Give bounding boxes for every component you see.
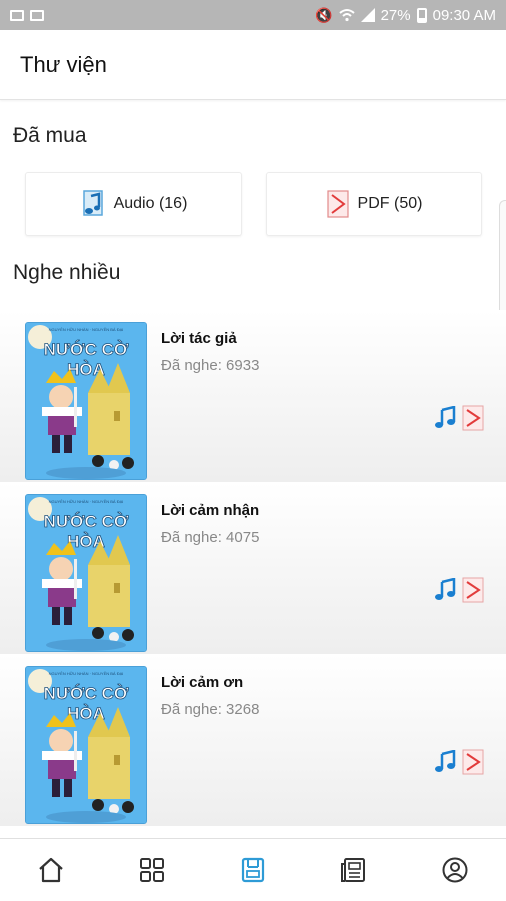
pdf-icon[interactable]	[462, 749, 484, 775]
cover-title-top: NƯỚC CỜ	[44, 684, 129, 703]
app-bar: Thư viện	[0, 30, 506, 100]
episode-title: Lời tác giả	[161, 330, 237, 347]
audio-icon[interactable]	[434, 406, 458, 430]
svg-text:NGUYỄN HỮU NHÀN · NGUYỄN BÁ ĐẠ: NGUYỄN HỮU NHÀN · NGUYỄN BÁ ĐẠI	[49, 327, 124, 332]
pdf-file-icon	[326, 190, 349, 218]
battery-icon	[416, 7, 427, 23]
nav-library[interactable]	[229, 846, 277, 894]
home-icon	[38, 857, 63, 883]
picture-icon	[10, 9, 24, 21]
pdf-icon[interactable]	[462, 577, 484, 603]
book-cover: NGUYỄN HỮU NHÀN · NGUYỄN BÁ ĐẠI NƯỚC CỜ …	[25, 322, 147, 480]
mute-icon: 🔇	[315, 7, 333, 23]
list-item[interactable]: NGUYỄN HỮU NHÀN · NGUYỄN BÁ ĐẠI NƯỚC CỜ …	[0, 654, 506, 826]
book-cover: NGUYỄN HỮU NHÀN · NGUYỄN BÁ ĐẠI NƯỚC CỜ …	[25, 494, 147, 652]
audio-file-icon	[82, 190, 103, 216]
library-icon	[241, 857, 265, 883]
pdf-icon[interactable]	[462, 405, 484, 431]
nav-home[interactable]	[27, 846, 75, 894]
audio-icon[interactable]	[434, 750, 458, 774]
mail-icon	[30, 9, 44, 21]
svg-text:NGUYỄN HỮU NHÀN · NGUYỄN BÁ ĐẠ: NGUYỄN HỮU NHÀN · NGUYỄN BÁ ĐẠI	[49, 671, 124, 676]
pdf-label: PDF (50)	[357, 195, 423, 212]
audio-label: Audio (16)	[113, 195, 188, 212]
play-count: Đã nghe: 6933	[161, 357, 260, 374]
clock: 09:30 AM	[432, 6, 496, 24]
nav-profile[interactable]	[431, 846, 479, 894]
svg-text:NGUYỄN HỮU NHÀN · NGUYỄN BÁ ĐẠ: NGUYỄN HỮU NHÀN · NGUYỄN BÁ ĐẠI	[49, 499, 124, 504]
profile-icon	[442, 857, 468, 883]
episode-title: Lời cảm ơn	[161, 674, 244, 691]
audio-button[interactable]: Audio (16)	[25, 172, 242, 236]
cover-title-top: NƯỚC CỜ	[44, 340, 129, 359]
list-item[interactable]: NGUYỄN HỮU NHÀN · NGUYỄN BÁ ĐẠI NƯỚC CỜ …	[0, 482, 506, 654]
wifi-icon	[338, 9, 355, 22]
nav-news[interactable]	[330, 846, 378, 894]
grid-icon	[139, 858, 164, 882]
book-cover: NGUYỄN HỮU NHÀN · NGUYỄN BÁ ĐẠI NƯỚC CỜ …	[25, 666, 147, 824]
pdf-button[interactable]: PDF (50)	[266, 172, 482, 236]
cover-title-top: NƯỚC CỜ	[44, 512, 129, 531]
nav-categories[interactable]	[128, 846, 176, 894]
list-item[interactable]: NGUYỄN HỮU NHÀN · NGUYỄN BÁ ĐẠI NƯỚC CỜ …	[0, 310, 506, 482]
page-title: Thư viện	[20, 51, 107, 77]
signal-icon	[360, 8, 375, 22]
popular-heading: Nghe nhiều	[13, 261, 121, 284]
bottom-navigation	[0, 838, 506, 901]
news-icon	[341, 858, 366, 882]
play-count: Đã nghe: 3268	[161, 701, 260, 718]
episode-title: Lời cảm nhận	[161, 502, 260, 519]
battery-percent: 27%	[380, 6, 411, 24]
audio-icon[interactable]	[434, 578, 458, 602]
purchased-heading: Đã mua	[13, 124, 87, 147]
status-bar: 🔇 27% 09:30 AM	[0, 0, 506, 30]
play-count: Đã nghe: 4075	[161, 529, 260, 546]
